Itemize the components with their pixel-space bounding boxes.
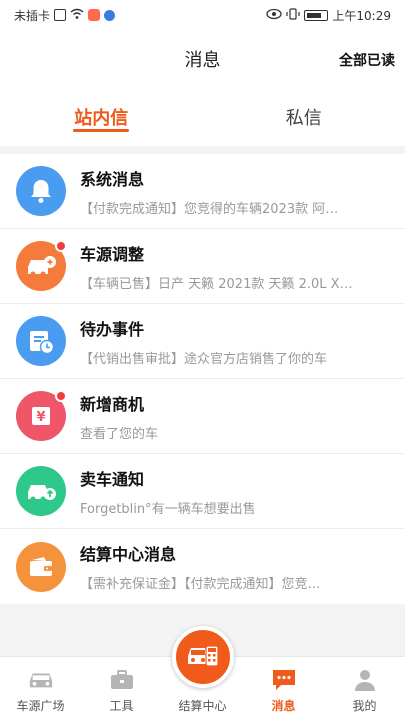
section-divider <box>0 146 405 154</box>
bell-icon <box>16 166 66 216</box>
message-list: 系统消息 【付款完成通知】您竞得的车辆2023款 阿… 车源调整 【车辆已售】日… <box>0 154 405 604</box>
sim-icon <box>54 9 67 21</box>
message-title: 新增商机 <box>80 394 145 414</box>
message-title: 系统消息 <box>80 169 145 189</box>
tab-active-indicator <box>73 129 130 132</box>
message-preview: 【车辆已售】日产 天籁 2021款 天籁 2.0L X… <box>80 276 353 292</box>
page-title: 消息 <box>184 50 221 71</box>
message-preview: 查看了您的车 <box>80 426 159 442</box>
car-upload-icon <box>16 466 66 516</box>
settlement-center-button[interactable] <box>172 626 234 688</box>
wallet-icon <box>16 541 66 592</box>
message-item-source-adjust[interactable]: 车源调整 【车辆已售】日产 天籁 2021款 天籁 2.0L X… <box>0 229 405 304</box>
message-item-new-opportunity[interactable]: ¥ 新增商机 查看了您的车 <box>0 379 405 454</box>
tab-label: 站内信 <box>74 108 129 129</box>
unread-dot <box>55 390 67 402</box>
tab-site-messages[interactable]: 站内信 <box>0 88 203 146</box>
message-preview: Forgetblin°有一辆车想要出售 <box>80 501 256 517</box>
tab-messages[interactable]: 消息 <box>243 657 324 720</box>
clock-text: 上午10:29 <box>332 8 391 23</box>
tab-label: 工具 <box>109 699 134 713</box>
message-preview: 【需补充保证金】【付款完成通知】您竞… <box>80 577 321 592</box>
toolbox-icon <box>109 667 135 693</box>
tab-private-messages[interactable]: 私信 <box>203 88 405 146</box>
header: 消息 全部已读 <box>0 30 405 88</box>
person-icon <box>352 667 378 693</box>
chat-bubble-icon <box>271 667 297 693</box>
unread-dot <box>55 240 67 252</box>
calculator-car-icon <box>186 640 220 674</box>
tab-label: 结算中心 <box>178 699 227 713</box>
tab-label: 车源广场 <box>16 699 65 713</box>
message-title: 车源调整 <box>80 244 145 264</box>
wifi-icon <box>70 8 84 23</box>
message-item-system[interactable]: 系统消息 【付款完成通知】您竞得的车辆2023款 阿… <box>0 154 405 229</box>
vibrate-icon <box>286 7 301 23</box>
tab-label: 消息 <box>271 699 296 713</box>
message-item-settlement[interactable]: 结算中心消息 【需补充保证金】【付款完成通知】您竞… <box>0 529 405 604</box>
battery-icon <box>304 9 329 21</box>
message-title: 待办事件 <box>80 319 145 339</box>
tab-label: 私信 <box>285 108 322 129</box>
browser-notification-icon <box>104 9 116 21</box>
message-item-todo[interactable]: 待办事件 【代销出售审批】途众官方店销售了你的车 <box>0 304 405 379</box>
message-preview: 【代销出售审批】途众官方店销售了你的车 <box>80 351 328 367</box>
tab-label: 我的 <box>352 699 377 713</box>
car-icon <box>28 667 54 693</box>
app-notification-icon <box>88 9 101 21</box>
tab-car-square[interactable]: 车源广场 <box>0 657 81 720</box>
message-title: 卖车通知 <box>80 469 145 489</box>
tab-tools[interactable]: 工具 <box>81 657 162 720</box>
message-item-sell-notice[interactable]: 卖车通知 Forgetblin°有一辆车想要出售 <box>0 454 405 529</box>
carrier-text: 未插卡 <box>14 8 51 23</box>
message-preview: 【付款完成通知】您竞得的车辆2023款 阿… <box>80 201 339 217</box>
message-title: 结算中心消息 <box>80 545 177 564</box>
calendar-clock-icon <box>16 316 66 366</box>
message-tabs: 站内信 私信 <box>0 88 405 146</box>
mark-all-read-button[interactable]: 全部已读 <box>339 50 395 70</box>
yuan-tag-icon: ¥ <box>16 390 67 441</box>
tab-mine[interactable]: 我的 <box>324 657 405 720</box>
eye-icon <box>266 8 283 23</box>
svg-text:¥: ¥ <box>36 410 45 425</box>
car-adjust-icon <box>16 240 67 291</box>
status-bar: 未插卡 上午10:29 <box>0 0 405 30</box>
